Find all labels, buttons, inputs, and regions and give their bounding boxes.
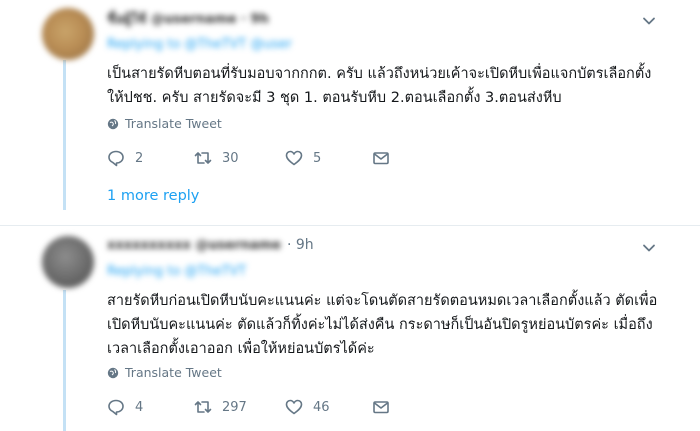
retweet-icon: [194, 152, 212, 164]
retweet-button[interactable]: 30: [194, 149, 239, 167]
more-replies-link[interactable]: 1 more reply: [107, 188, 199, 204]
author-name[interactable]: ชื่อผู้ใช้ @username · 9h: [107, 8, 269, 29]
reply-count: 4: [135, 399, 144, 415]
replying-to-label[interactable]: Replying to @TheTVT: [107, 264, 246, 279]
tweet-header: ชื่อผู้ใช้ @username · 9h: [107, 8, 269, 29]
direct-message-button[interactable]: [372, 149, 400, 167]
like-count: 5: [313, 150, 322, 166]
retweet-count: 30: [222, 150, 239, 166]
retweet-button[interactable]: 297: [194, 398, 247, 416]
replying-to: Replying to @TheTVT: [107, 263, 246, 279]
replying-to: Replying to @TheTVT @user: [107, 36, 292, 52]
retweet-icon: [194, 401, 212, 413]
globe-icon: [107, 367, 119, 378]
tweet-text: สายรัดหีบก่อนเปิดหีบนับคะแนนค่ะ แต่จะโดน…: [107, 293, 658, 357]
chevron-down-icon[interactable]: [642, 241, 656, 255]
reply-count: 2: [135, 150, 144, 166]
chevron-down-icon[interactable]: [642, 14, 656, 28]
direct-message-button[interactable]: [372, 398, 400, 416]
globe-icon: [107, 118, 119, 129]
envelope-icon: [373, 401, 389, 414]
tweet[interactable]: xxxxxxxxxx @username · 9h Replying to @T…: [0, 226, 700, 431]
like-button[interactable]: 5: [285, 149, 321, 167]
heart-icon: [285, 150, 303, 166]
reply-button[interactable]: 2: [107, 149, 143, 167]
reply-button[interactable]: 4: [107, 398, 143, 416]
tweet-text: เป็นสายรัดหีบตอนที่รับมอบจากกกต. ครับ แล…: [107, 66, 652, 106]
reply-icon: [108, 150, 124, 167]
author-name[interactable]: xxxxxxxxxx @username: [107, 238, 281, 253]
translate-tweet-link[interactable]: Translate Tweet: [107, 365, 222, 380]
tweet-header: xxxxxxxxxx @username · 9h: [107, 237, 314, 253]
like-count: 46: [313, 399, 330, 415]
translate-label: Translate Tweet: [125, 116, 222, 131]
tweet-timestamp[interactable]: · 9h: [287, 237, 314, 253]
translate-tweet-link[interactable]: Translate Tweet: [107, 116, 222, 131]
replying-to-label[interactable]: Replying to @TheTVT @user: [107, 37, 292, 52]
envelope-icon: [373, 152, 389, 165]
heart-icon: [285, 399, 303, 415]
retweet-count: 297: [222, 399, 247, 415]
like-button[interactable]: 46: [285, 398, 330, 416]
reply-icon: [108, 399, 124, 416]
translate-label: Translate Tweet: [125, 365, 222, 380]
avatar[interactable]: [42, 8, 94, 60]
avatar[interactable]: [42, 236, 94, 288]
tweet[interactable]: ชื่อผู้ใช้ @username · 9h Replying to @T…: [0, 0, 700, 225]
